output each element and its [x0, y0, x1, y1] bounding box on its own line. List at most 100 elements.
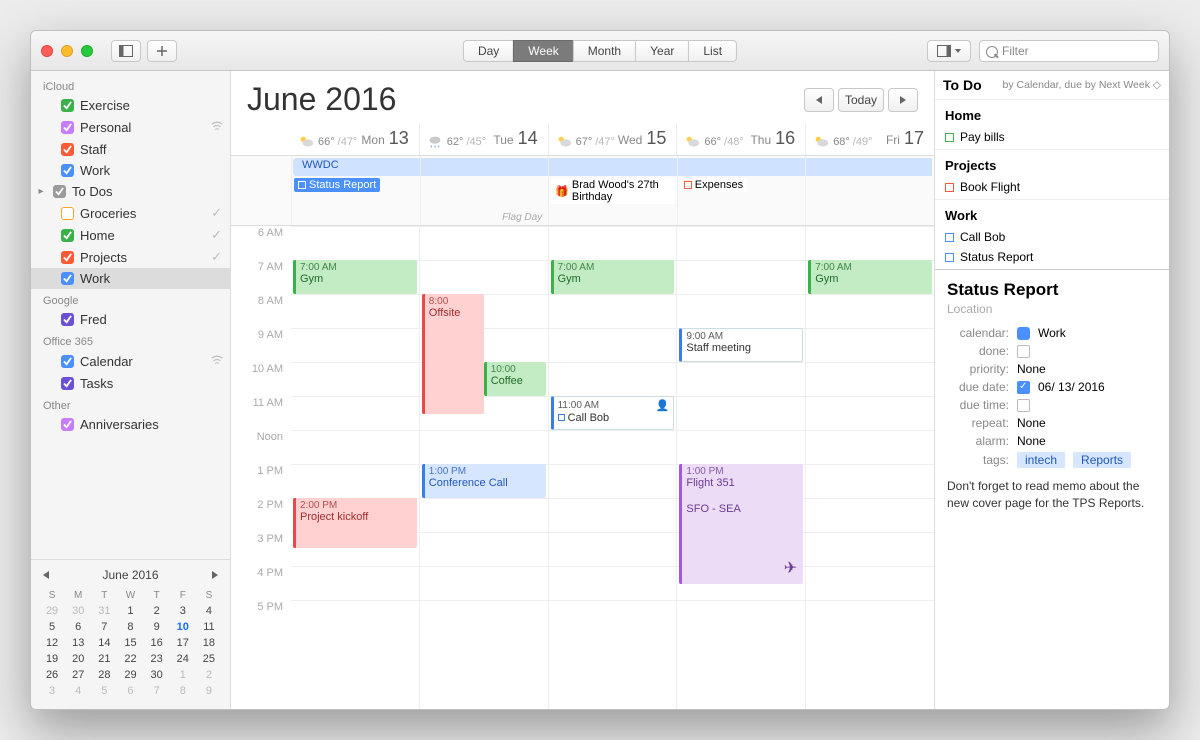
minical-day[interactable]: 29	[39, 603, 65, 619]
allday-event[interactable]: Expenses	[680, 178, 747, 192]
minical-day[interactable]: 6	[117, 683, 143, 699]
minical-day[interactable]: 14	[91, 635, 117, 651]
sidebar-section-todos[interactable]: ▸To Dos	[31, 181, 230, 202]
view-day[interactable]: Day	[463, 40, 513, 62]
calendar-event[interactable]: 7:00 AMGym	[808, 260, 932, 294]
calendar-checkbox[interactable]	[61, 355, 74, 368]
minical-day[interactable]: 5	[39, 619, 65, 635]
tag[interactable]: intech	[1017, 452, 1065, 468]
minical-day[interactable]: 10	[170, 619, 196, 635]
allday-event[interactable]: 🎁Brad Wood's 27th Birthday	[551, 178, 675, 204]
minical-day[interactable]: 8	[117, 619, 143, 635]
minical-day[interactable]: 2	[196, 667, 222, 683]
minical-day[interactable]: 29	[117, 667, 143, 683]
minical-day[interactable]: 19	[39, 651, 65, 667]
repeat-value[interactable]: None	[1017, 416, 1046, 430]
calendar-checkbox[interactable]	[61, 272, 74, 285]
sidebar-item[interactable]: Tasks	[31, 373, 230, 394]
sidebar-item[interactable]: Projects ✓	[31, 246, 230, 268]
sidebar-item[interactable]: Exercise	[31, 95, 230, 116]
minical-day[interactable]: 24	[170, 651, 196, 667]
filter-input[interactable]: Filter	[979, 40, 1159, 62]
sidebar-toggle-button[interactable]	[111, 40, 141, 62]
todo-item[interactable]: Pay bills	[945, 127, 1159, 147]
todo-item[interactable]: Book Flight	[945, 177, 1159, 197]
minical-day[interactable]: 22	[117, 651, 143, 667]
duedate-checkbox[interactable]	[1017, 381, 1030, 394]
minical-day[interactable]: 7	[91, 619, 117, 635]
day-column[interactable]: 7:00 AMGym 11:00 AM👤Call Bob	[548, 226, 677, 709]
todo-sort[interactable]: by Calendar, due by Next Week ◇	[1003, 79, 1161, 91]
minical-day[interactable]: 31	[91, 603, 117, 619]
minical-next[interactable]	[212, 571, 218, 579]
minical-day[interactable]: 8	[170, 683, 196, 699]
priority-value[interactable]: None	[1017, 362, 1046, 376]
calendar-checkbox[interactable]	[61, 377, 74, 390]
inspector-location[interactable]: Location	[947, 302, 1157, 316]
minical-day[interactable]: 12	[39, 635, 65, 651]
minical-day[interactable]: 1	[117, 603, 143, 619]
minical-day[interactable]: 7	[144, 683, 170, 699]
today-button[interactable]: Today	[838, 88, 884, 112]
day-column[interactable]: 8:00Offsite10:00Coffee1:00 PMConference …	[419, 226, 548, 709]
minical-day[interactable]: 1	[170, 667, 196, 683]
calendar-checkbox[interactable]	[61, 99, 74, 112]
minical-day[interactable]: 30	[65, 603, 91, 619]
calendar-event[interactable]: 11:00 AM👤Call Bob	[551, 396, 675, 430]
minical-day[interactable]: 9	[196, 683, 222, 699]
view-week[interactable]: Week	[513, 40, 572, 62]
todo-checkbox[interactable]	[945, 133, 954, 142]
minical-day[interactable]: 3	[170, 603, 196, 619]
inspector-calendar[interactable]: Work	[1038, 326, 1066, 340]
calendar-event[interactable]: 7:00 AMGym	[293, 260, 417, 294]
sidebar-item[interactable]: Work	[31, 268, 230, 289]
view-year[interactable]: Year	[635, 40, 688, 62]
sidebar-item[interactable]: Calendar	[31, 350, 230, 373]
sidebar-item[interactable]: Groceries ✓	[31, 202, 230, 224]
minical-day[interactable]: 17	[170, 635, 196, 651]
calendar-event[interactable]: 1:00 PMFlight 351SFO - SEA✈	[679, 464, 803, 584]
inspector-title[interactable]: Status Report	[947, 280, 1157, 300]
alarm-value[interactable]: None	[1017, 434, 1046, 448]
prev-week-button[interactable]	[804, 88, 834, 112]
next-week-button[interactable]	[888, 88, 918, 112]
day-header[interactable]: 66°/47° Mon13	[291, 124, 419, 155]
minical-day[interactable]: 4	[65, 683, 91, 699]
sidebar-item[interactable]: Home ✓	[31, 224, 230, 246]
calendar-checkbox[interactable]	[61, 143, 74, 156]
todo-checkbox[interactable]	[945, 183, 954, 192]
day-column[interactable]: 7:00 AMGym	[805, 226, 934, 709]
calendar-checkbox[interactable]	[61, 207, 74, 220]
sidebar-item[interactable]: Personal	[31, 116, 230, 139]
calendar-checkbox[interactable]	[61, 121, 74, 134]
calendar-event[interactable]: 7:00 AMGym	[551, 260, 675, 294]
todo-item[interactable]: Call Bob	[945, 227, 1159, 247]
minical-day[interactable]: 16	[144, 635, 170, 651]
minical-day[interactable]: 5	[91, 683, 117, 699]
calendar-event[interactable]: 8:00Offsite	[422, 294, 484, 414]
day-header[interactable]: 62°/45° Tue14	[419, 124, 548, 155]
minical-day[interactable]: 18	[196, 635, 222, 651]
day-column[interactable]: 7:00 AMGym2:00 PMProject kickoff	[291, 226, 419, 709]
view-month[interactable]: Month	[573, 40, 635, 62]
zoom-icon[interactable]	[81, 45, 93, 57]
calendar-checkbox[interactable]	[61, 229, 74, 242]
sidebar-item[interactable]: Staff	[31, 139, 230, 160]
calendar-event[interactable]: 9:00 AMStaff meeting	[679, 328, 803, 362]
minical-day[interactable]: 15	[117, 635, 143, 651]
minical-day[interactable]: 30	[144, 667, 170, 683]
minical-day[interactable]: 27	[65, 667, 91, 683]
minical-day[interactable]: 28	[91, 667, 117, 683]
duetime-checkbox[interactable]	[1017, 399, 1030, 412]
calendar-checkbox[interactable]	[61, 418, 74, 431]
day-header[interactable]: 67°/47° Wed15	[548, 124, 677, 155]
sidebar-item[interactable]: Fred	[31, 309, 230, 330]
allday-event[interactable]: Status Report	[294, 178, 380, 192]
minical-day[interactable]: 9	[144, 619, 170, 635]
day-column[interactable]: 9:00 AMStaff meeting 1:00 PMFlight 351SFO…	[676, 226, 805, 709]
minimize-icon[interactable]	[61, 45, 73, 57]
calendar-event[interactable]: 10:00Coffee	[484, 362, 546, 396]
minical-day[interactable]: 13	[65, 635, 91, 651]
inspector-toggle-button[interactable]	[927, 40, 971, 62]
day-header[interactable]: 68°/49° Fri17	[805, 124, 934, 155]
